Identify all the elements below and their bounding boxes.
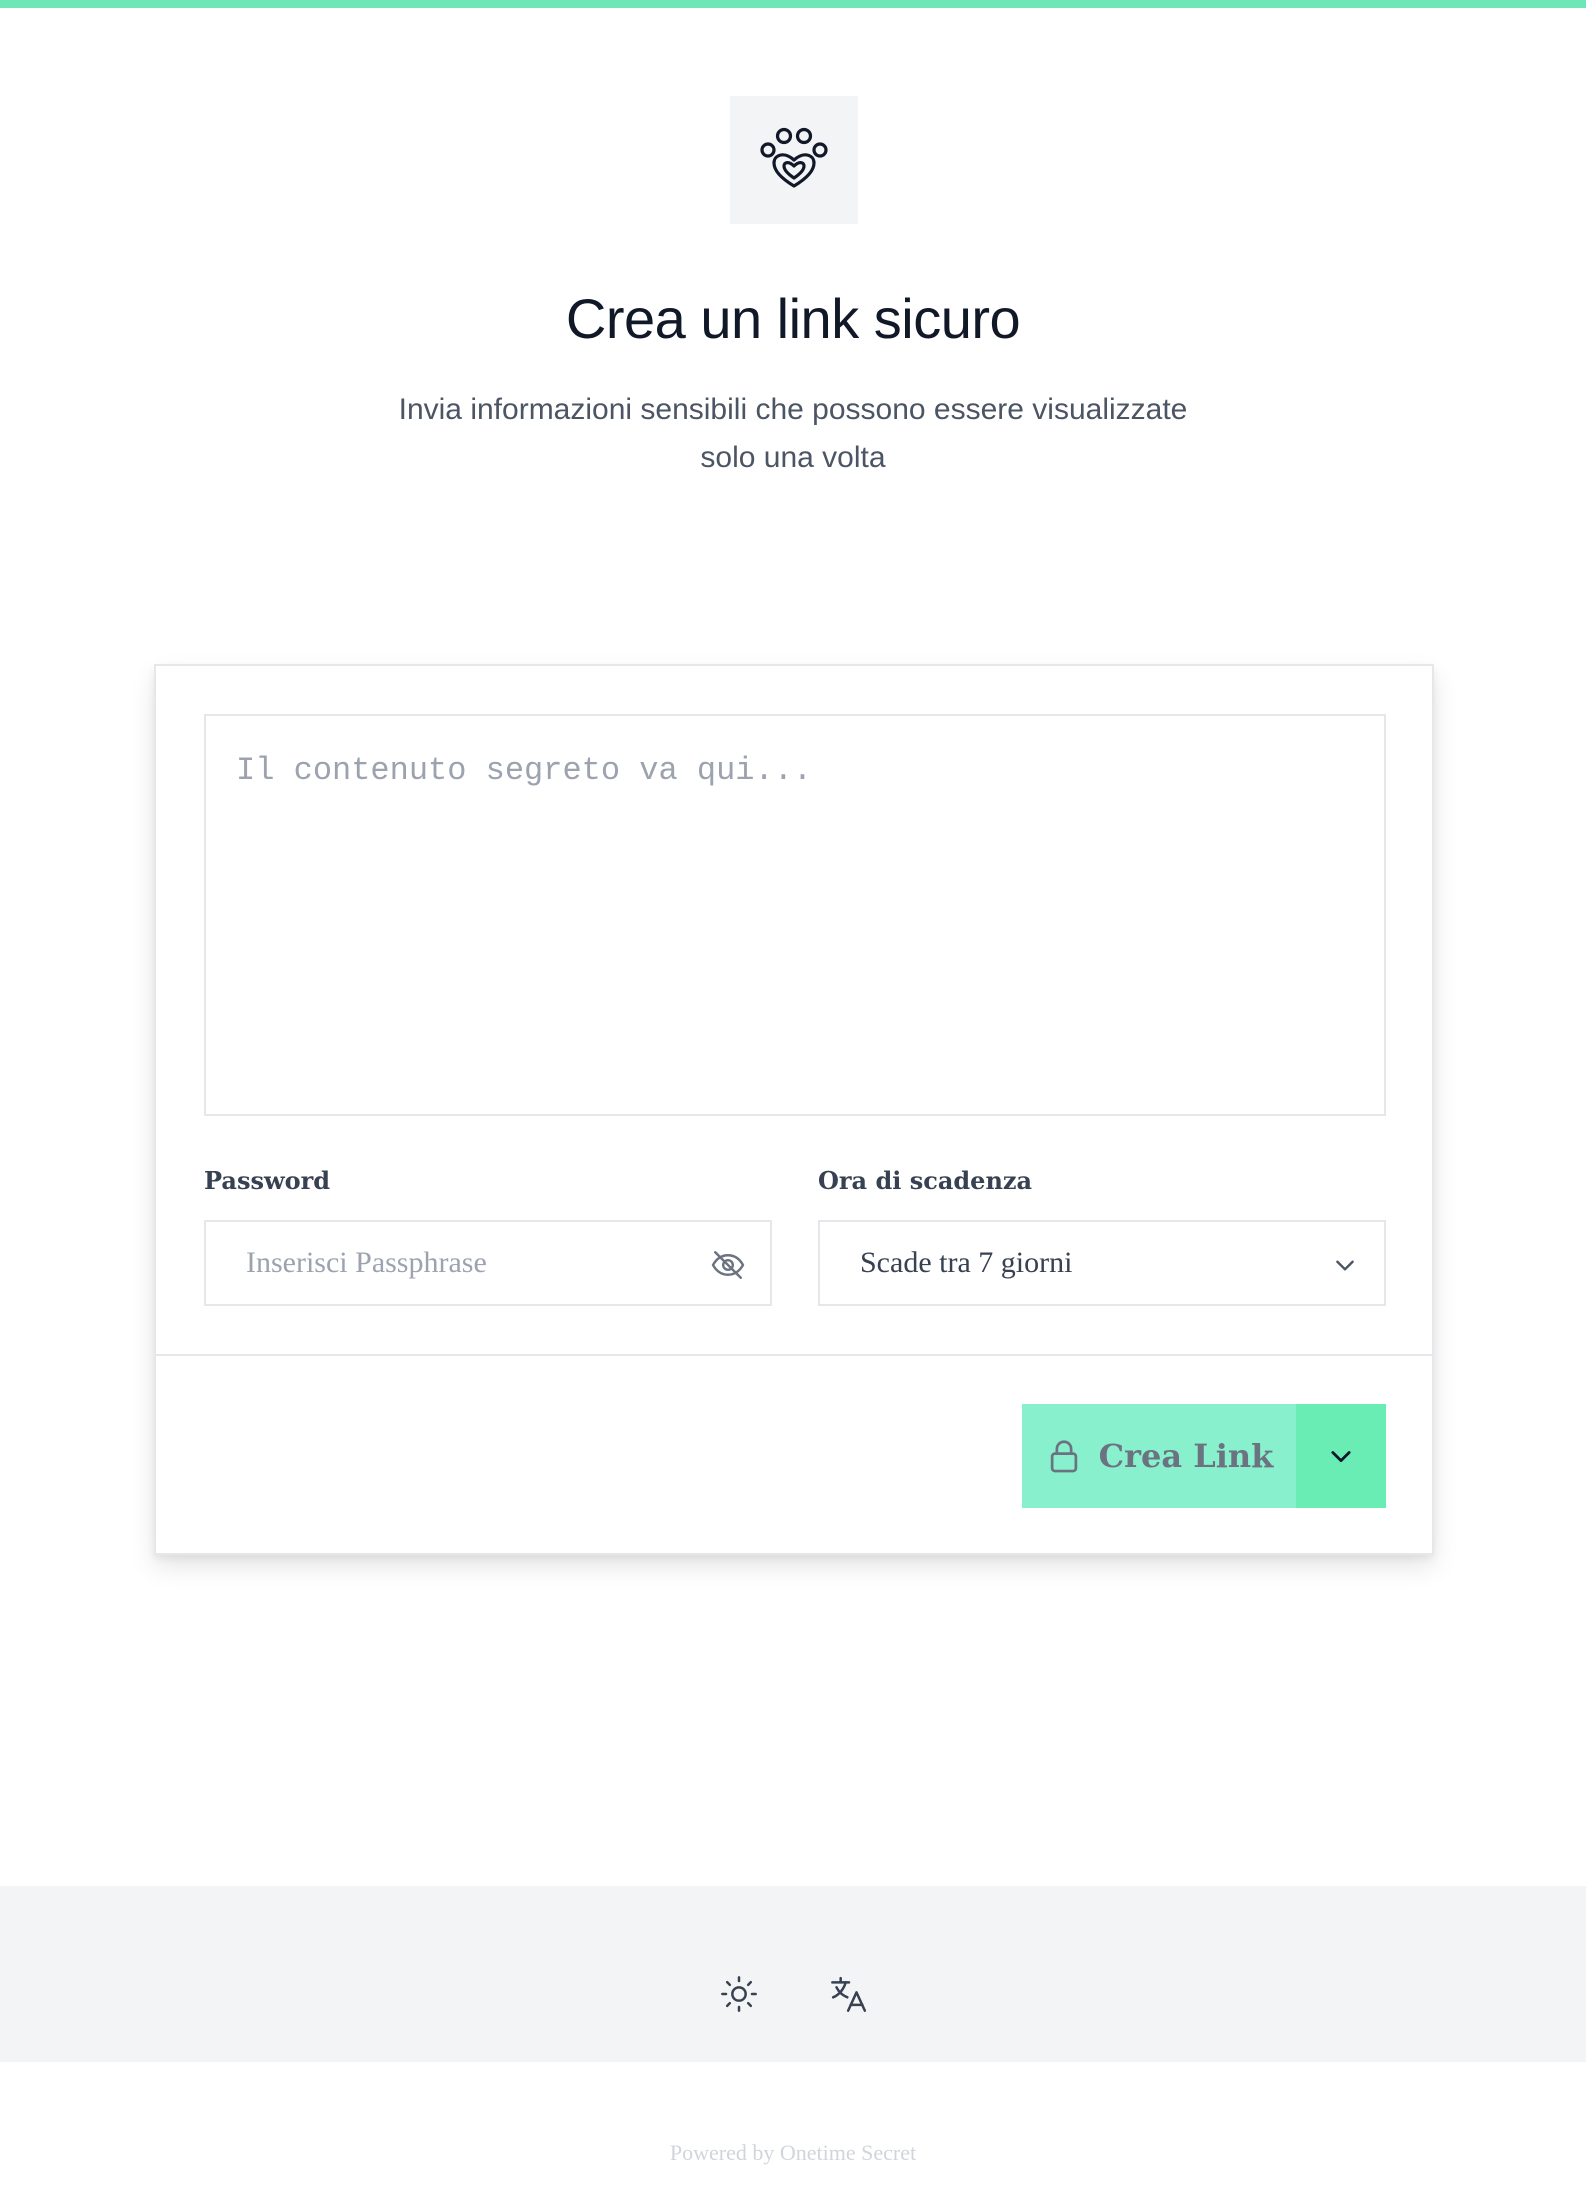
page-subtitle: Invia informazioni sensibili che possono… bbox=[343, 386, 1243, 482]
theme-toggle-button[interactable] bbox=[717, 1972, 761, 2016]
top-accent-bar bbox=[0, 0, 1586, 8]
sun-icon bbox=[721, 1976, 757, 2012]
subtitle-line-2: solo una volta bbox=[700, 441, 886, 474]
language-button[interactable] bbox=[827, 1972, 871, 2016]
chevron-down-icon bbox=[1331, 1451, 1351, 1463]
lock-icon bbox=[1045, 1437, 1083, 1475]
footer-toolbar bbox=[0, 1886, 1586, 2062]
create-secret-card: Password Ora di scadenza Scade tra 7 gio… bbox=[154, 664, 1434, 1555]
expiry-select[interactable]: Scade tra 7 giorni bbox=[818, 1220, 1386, 1306]
page-title: Crea un link sicuro bbox=[565, 287, 1021, 350]
paw-heart-icon bbox=[760, 127, 828, 188]
powered-by-text: Powered by Onetime Secret bbox=[669, 2140, 917, 2165]
password-field bbox=[204, 1220, 772, 1306]
card-divider bbox=[156, 1354, 1432, 1356]
chevron-down-icon bbox=[1336, 1260, 1354, 1271]
logo[interactable] bbox=[730, 96, 858, 224]
expiry-label: Ora di scadenza bbox=[818, 1166, 1033, 1195]
eye-off-icon[interactable] bbox=[708, 1245, 748, 1285]
password-input[interactable] bbox=[206, 1222, 770, 1304]
create-link-label: Crea Link bbox=[1098, 1437, 1274, 1475]
translate-icon bbox=[831, 1976, 867, 2012]
password-label: Password bbox=[204, 1166, 331, 1195]
subtitle-line-1: Invia informazioni sensibili che possono… bbox=[398, 393, 1188, 426]
secret-content-textarea[interactable] bbox=[204, 714, 1386, 1116]
create-link-button[interactable]: Crea Link bbox=[1022, 1404, 1296, 1508]
expiry-selected-value: Scade tra 7 giorni bbox=[860, 1246, 1073, 1279]
create-options-dropdown-button[interactable] bbox=[1296, 1404, 1386, 1508]
